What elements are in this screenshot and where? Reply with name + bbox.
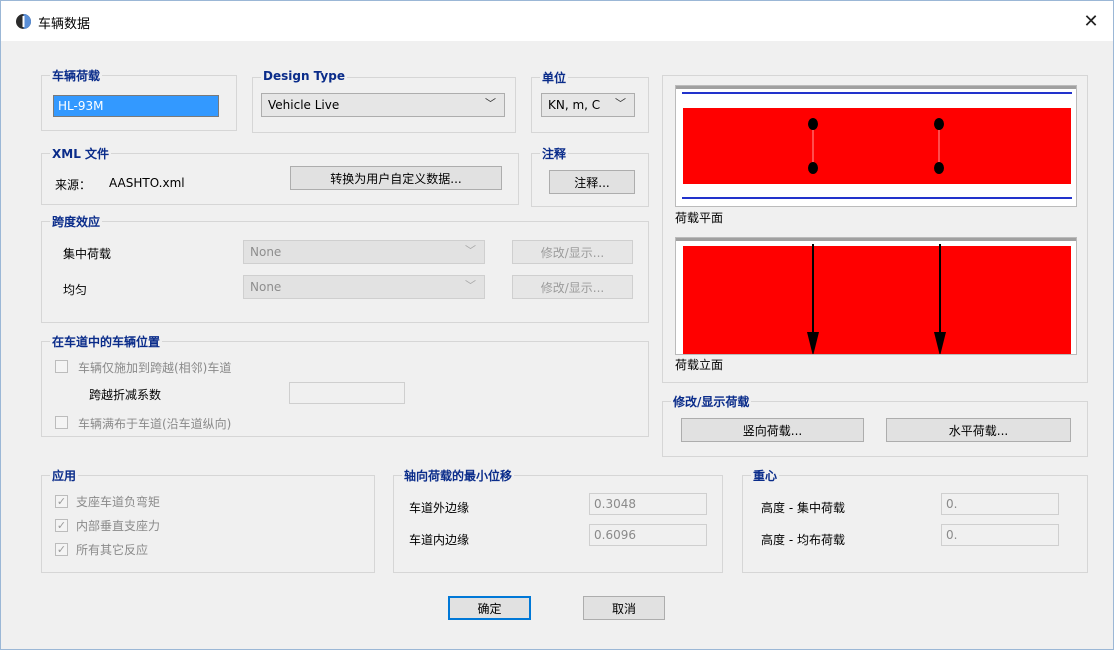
outer-edge-label: 车道外边缘	[409, 501, 470, 515]
wheel-4	[934, 162, 944, 174]
span-effect-group: 跨度效应	[41, 213, 649, 323]
negative-moment-label: 支座车道负弯矩	[76, 495, 161, 509]
chevron-down-icon: ﹀	[465, 244, 476, 257]
inner-edge-label: 车道内边缘	[409, 533, 470, 547]
design-type-value: Vehicle Live	[268, 98, 340, 112]
cancel-button[interactable]: 取消	[583, 596, 665, 620]
ok-button[interactable]: 确定	[448, 596, 531, 620]
interior-support-checkbox[interactable]: ✓	[55, 519, 68, 532]
chevron-down-icon: ﹀	[615, 97, 626, 110]
modify-concentrated-button[interactable]: 修改/显示...	[512, 240, 633, 264]
span-effect-legend: 跨度效应	[50, 213, 103, 230]
app-icon	[16, 14, 31, 29]
axle-min-offset-legend: 轴向荷载的最小位移	[402, 467, 515, 484]
units-legend: 单位	[540, 69, 569, 86]
title-bar: 车辆数据 ✕	[1, 1, 1113, 41]
lane-position-legend: 在车道中的车辆位置	[50, 333, 163, 350]
elevation-top-border	[676, 238, 1076, 241]
chevron-down-icon: ﹀	[465, 279, 476, 292]
source-value: AASHTO.xml	[109, 176, 185, 190]
plan-top-border	[676, 86, 1076, 89]
center-of-gravity-legend: 重心	[751, 467, 780, 484]
height-concentrated-input[interactable]: 0.	[941, 493, 1059, 515]
straddle-label: 车辆仅施加到跨越(相邻)车道	[78, 361, 232, 375]
fill-lane-label: 车辆满布于车道(沿车道纵向)	[78, 417, 232, 431]
units-select[interactable]: KN, m, C ﹀	[541, 93, 635, 117]
wheel-3	[934, 118, 944, 130]
uniform-load-value: None	[250, 280, 282, 294]
concentrated-load-select[interactable]: None ﹀	[243, 240, 485, 264]
horizontal-loads-button[interactable]: 水平荷载...	[886, 418, 1071, 442]
chevron-down-icon: ﹀	[485, 97, 496, 110]
design-type-legend: Design Type	[261, 69, 347, 83]
load-plan-view	[675, 85, 1077, 207]
design-type-select[interactable]: Vehicle Live ﹀	[261, 93, 505, 117]
inner-edge-input[interactable]: 0.6096	[589, 524, 707, 546]
concentrated-load-label: 集中荷载	[63, 247, 112, 261]
interior-support-label: 内部垂直支座力	[76, 519, 161, 533]
convert-to-user-defined-button[interactable]: 转换为用户自定义数据...	[290, 166, 502, 190]
load-plan-drawing	[676, 86, 1076, 199]
close-button[interactable]: ✕	[1069, 1, 1113, 41]
other-responses-checkbox[interactable]: ✓	[55, 543, 68, 556]
window-title: 车辆数据	[38, 17, 91, 32]
other-responses-label: 所有其它反应	[76, 543, 149, 557]
source-label: 来源：	[55, 178, 92, 192]
negative-moment-checkbox[interactable]: ✓	[55, 495, 68, 508]
fill-lane-checkbox[interactable]	[55, 416, 68, 429]
vertical-loads-button[interactable]: 竖向荷载...	[681, 418, 864, 442]
outer-edge-input[interactable]: 0.3048	[589, 493, 707, 515]
wheel-1	[808, 118, 818, 130]
straddle-checkbox[interactable]	[55, 360, 68, 373]
uniform-load-select[interactable]: None ﹀	[243, 275, 485, 299]
plan-label: 荷载平面	[675, 211, 724, 225]
load-elevation-drawing	[676, 238, 1076, 356]
uniform-load-label: 均匀	[63, 283, 88, 297]
wheel-2	[808, 162, 818, 174]
application-legend: 应用	[50, 467, 79, 484]
notes-legend: 注释	[540, 145, 569, 162]
vehicle-data-dialog: 车辆数据 ✕ 车辆荷载 HL-93M Design Type Vehicle L…	[0, 0, 1114, 650]
elevation-label: 荷载立面	[675, 358, 724, 372]
vehicle-name-input[interactable]: HL-93M	[53, 95, 219, 117]
elevation-load-area	[683, 246, 1071, 354]
vehicle-load-legend: 车辆荷载	[50, 67, 103, 84]
notes-button[interactable]: 注释...	[549, 170, 635, 194]
straddle-factor-label: 跨越折减系数	[89, 388, 162, 402]
height-concentrated-label: 高度 - 集中荷载	[761, 501, 845, 515]
concentrated-load-value: None	[250, 245, 282, 259]
load-elevation-view	[675, 237, 1077, 356]
close-icon: ✕	[1083, 10, 1099, 32]
units-value: KN, m, C	[548, 98, 601, 112]
modify-loads-legend: 修改/显示荷载	[671, 393, 752, 410]
straddle-factor-input[interactable]	[289, 382, 405, 404]
plan-load-area	[683, 108, 1071, 184]
modify-uniform-button[interactable]: 修改/显示...	[512, 275, 633, 299]
height-uniform-label: 高度 - 均布荷载	[761, 533, 845, 547]
xml-file-legend: XML 文件	[50, 145, 112, 162]
height-uniform-input[interactable]: 0.	[941, 524, 1059, 546]
